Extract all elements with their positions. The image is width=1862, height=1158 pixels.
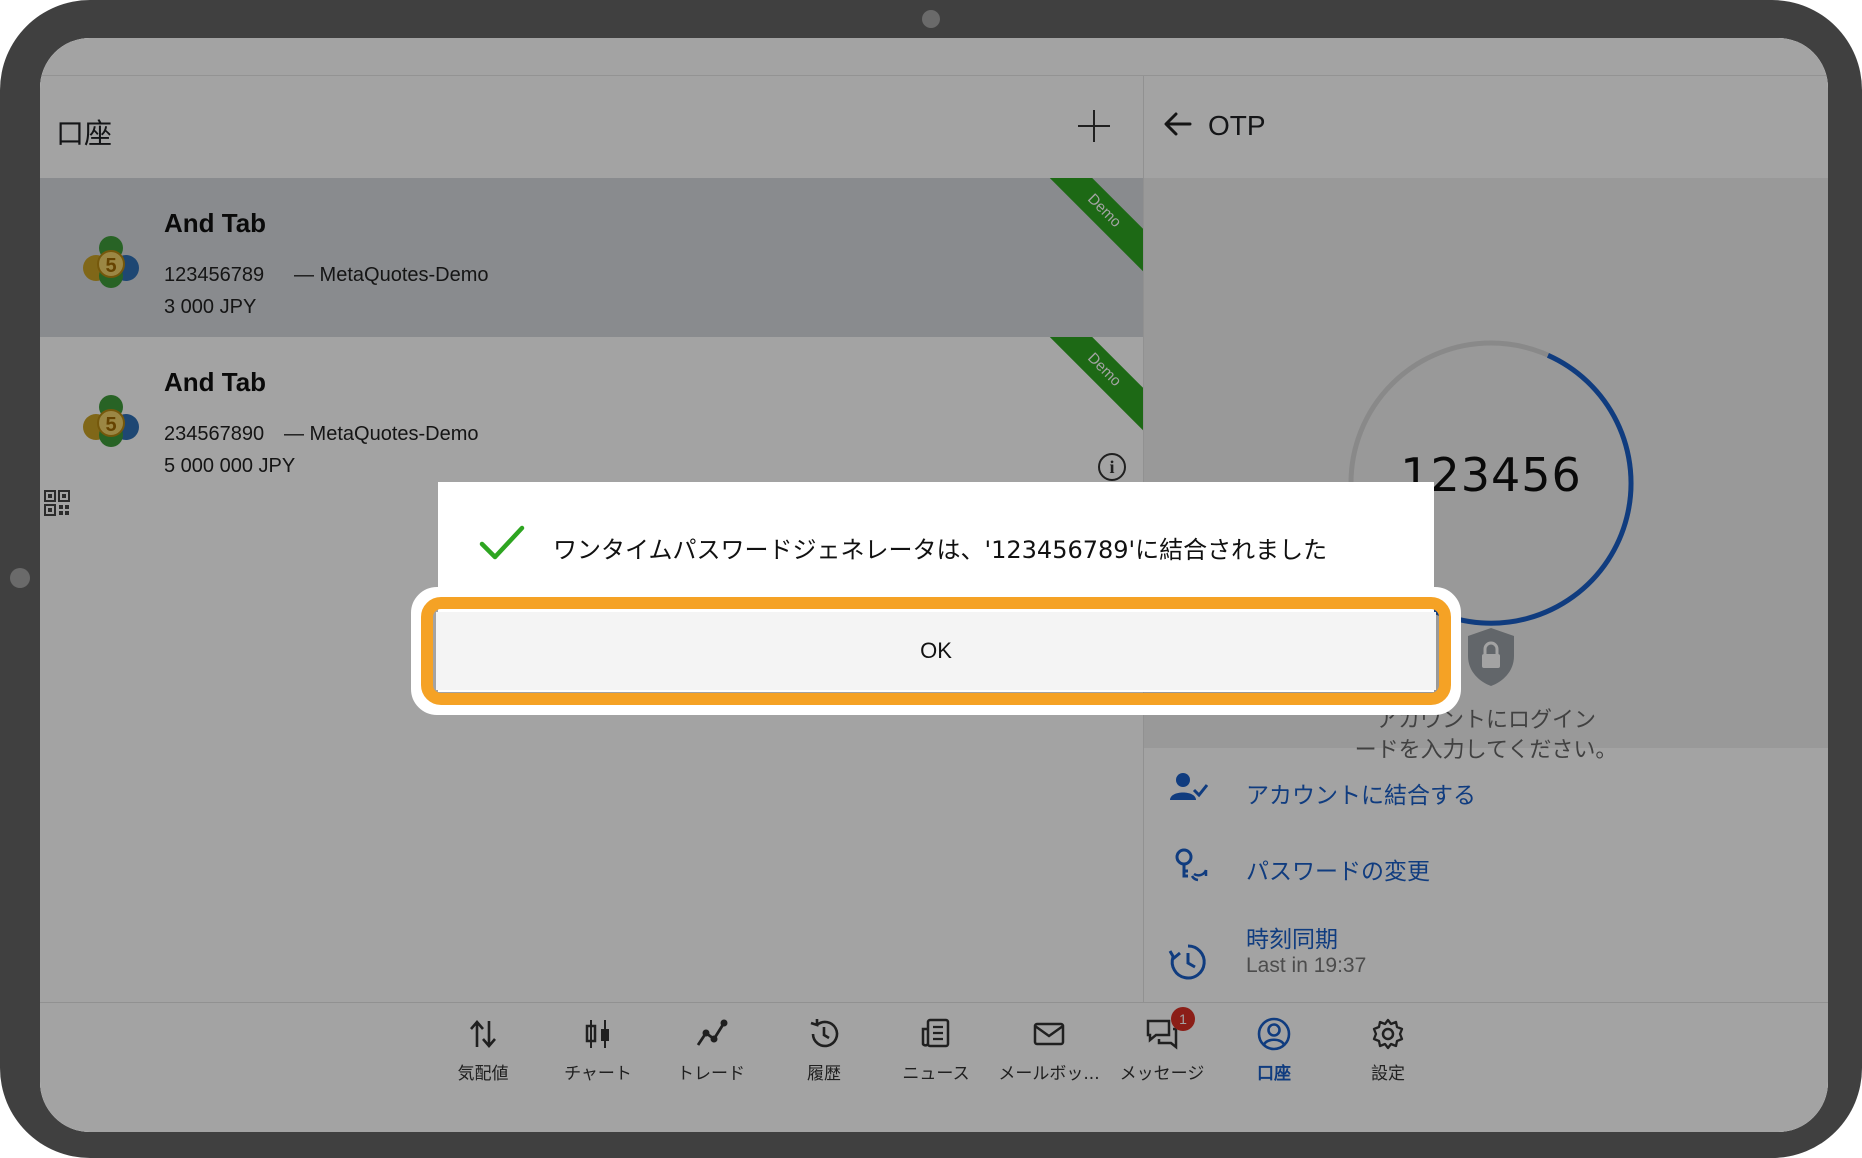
checkmark-icon <box>479 525 525 560</box>
camera-dot <box>922 10 940 28</box>
side-button <box>10 568 30 588</box>
ok-button[interactable]: OK <box>436 612 1436 690</box>
tablet-frame: 口座 5 And Tab 123456789 — MetaQuotes-Demo… <box>0 0 1862 1158</box>
dialog-message: ワンタイムパスワードジェネレータは、'123456789'に結合されました <box>553 536 1328 564</box>
